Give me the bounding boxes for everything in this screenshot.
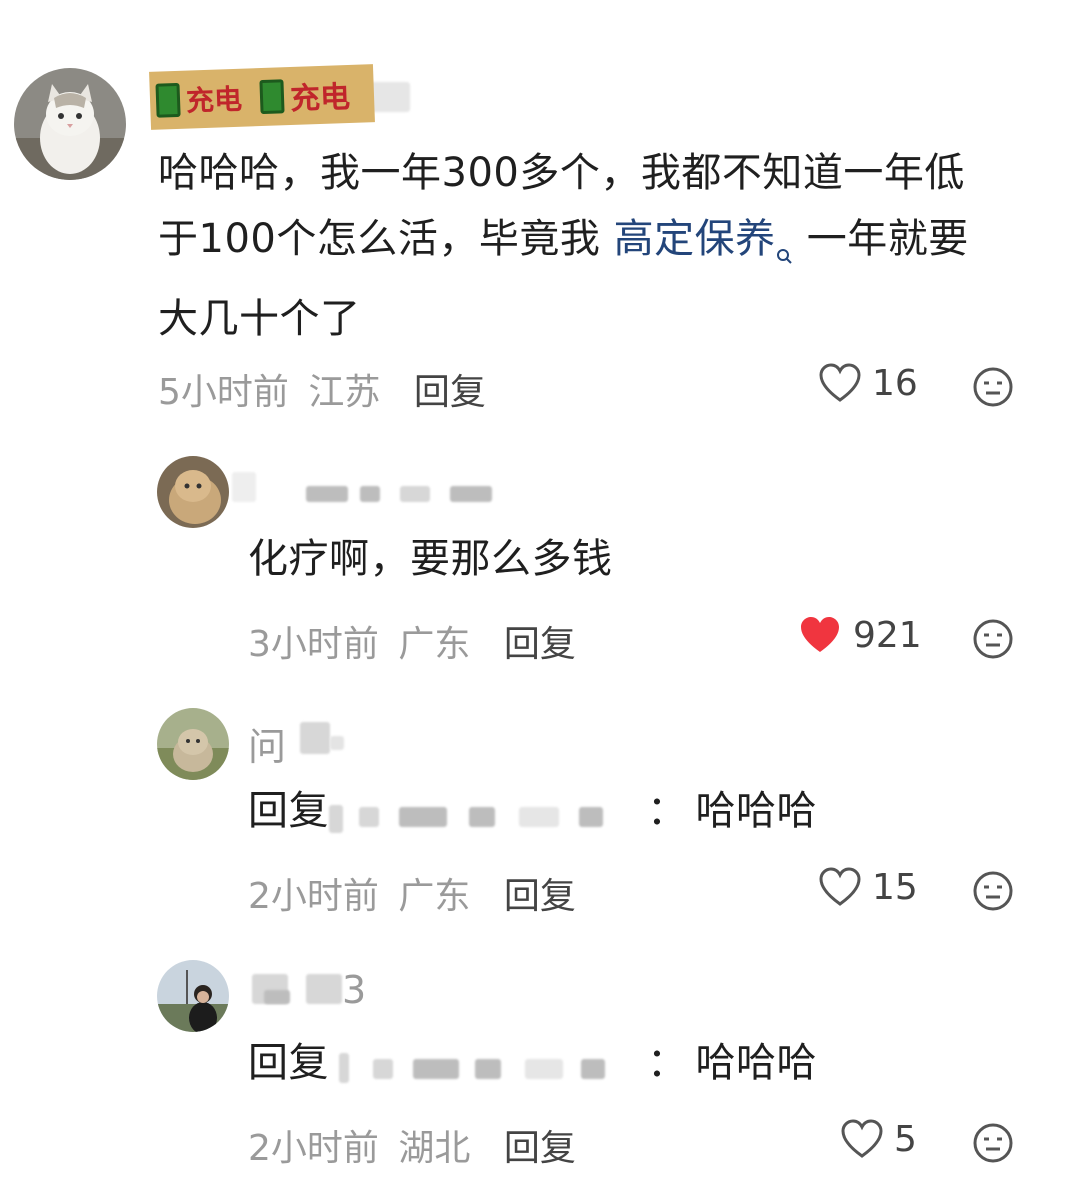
username-blurred (306, 486, 348, 502)
badge-text: 充电 (289, 79, 351, 118)
reaction-button[interactable] (972, 366, 1014, 408)
like-button[interactable]: 921 (797, 614, 922, 656)
like-count: 15 (872, 866, 918, 908)
reply-button[interactable]: 回复 (504, 876, 576, 917)
keyword-link[interactable]: 高定保养 (614, 216, 776, 262)
like-count: 5 (894, 1118, 917, 1160)
heart-filled-icon (801, 617, 839, 652)
username-blurred (300, 722, 330, 754)
username-blurred (264, 990, 290, 1004)
comment-meta: 5小时前 江苏 回复 (158, 363, 486, 415)
search-icon[interactable] (776, 220, 794, 286)
colon: ： (647, 788, 688, 834)
username-blurred (450, 486, 492, 502)
location: 广东 (398, 876, 471, 917)
like-count: 16 (872, 362, 918, 404)
comment-meta: 3小时前 广东 回复 (248, 615, 576, 667)
charging-badge: 充电 充电 (149, 64, 375, 130)
mentioned-user-blurred[interactable] (329, 1043, 629, 1083)
location: 广东 (398, 624, 471, 665)
reply-text: 回复 ： 哈哈哈 (248, 1030, 817, 1096)
reply-prefix: 回复 (248, 788, 329, 834)
username-blurred (400, 486, 430, 502)
battery-icon (259, 79, 285, 115)
reply-button[interactable]: 回复 (504, 1128, 576, 1169)
username[interactable]: 3 (342, 968, 366, 1012)
avatar[interactable] (157, 456, 229, 528)
comment-text: 化疗啊，要那么多钱 (248, 536, 613, 582)
username[interactable]: 问 (248, 716, 286, 771)
location: 湖北 (398, 1128, 471, 1169)
reaction-button[interactable] (972, 1122, 1014, 1164)
username-blurred (360, 486, 380, 502)
heart-icon (841, 1119, 883, 1158)
reply-text: 回复 ： 哈哈哈 (248, 778, 817, 844)
like-button[interactable]: 5 (840, 1118, 917, 1160)
timestamp: 2小时前 (248, 1128, 379, 1169)
neutral-face-icon (973, 367, 1013, 407)
timestamp: 3小时前 (248, 624, 379, 665)
username-blurred (232, 472, 256, 502)
comment-text: 哈哈哈 (695, 1040, 817, 1086)
heart-icon (819, 363, 861, 402)
neutral-face-icon (973, 871, 1013, 911)
reaction-button[interactable] (972, 870, 1014, 912)
username-blurred (330, 736, 344, 750)
reply-prefix: 回复 (248, 1040, 329, 1086)
comment-text: 哈哈哈 (695, 788, 817, 834)
like-button[interactable]: 16 (818, 362, 918, 404)
reply-button[interactable]: 回复 (414, 372, 486, 413)
reply-button[interactable]: 回复 (504, 624, 576, 665)
location: 江苏 (308, 372, 381, 413)
neutral-face-icon (973, 619, 1013, 659)
username-blurred (306, 974, 342, 1004)
heart-icon (819, 867, 861, 906)
comment-meta: 2小时前 湖北 回复 (248, 1119, 576, 1171)
reaction-button[interactable] (972, 618, 1014, 660)
badge-text: 充电 (185, 82, 243, 118)
colon: ： (647, 1040, 688, 1086)
battery-icon (155, 82, 181, 118)
like-count: 921 (853, 614, 922, 656)
avatar[interactable] (157, 960, 229, 1032)
timestamp: 5小时前 (158, 372, 289, 413)
avatar[interactable] (14, 68, 126, 180)
mentioned-user-blurred[interactable] (329, 791, 629, 833)
like-button[interactable]: 15 (818, 866, 918, 908)
neutral-face-icon (973, 1123, 1013, 1163)
comment-meta: 2小时前 广东 回复 (248, 867, 576, 919)
avatar[interactable] (157, 708, 229, 780)
timestamp: 2小时前 (248, 876, 379, 917)
comment-text: 哈哈哈，我一年300多个，我都不知道一年低 于100个怎么活，毕竟我 高定保养 … (158, 150, 969, 342)
